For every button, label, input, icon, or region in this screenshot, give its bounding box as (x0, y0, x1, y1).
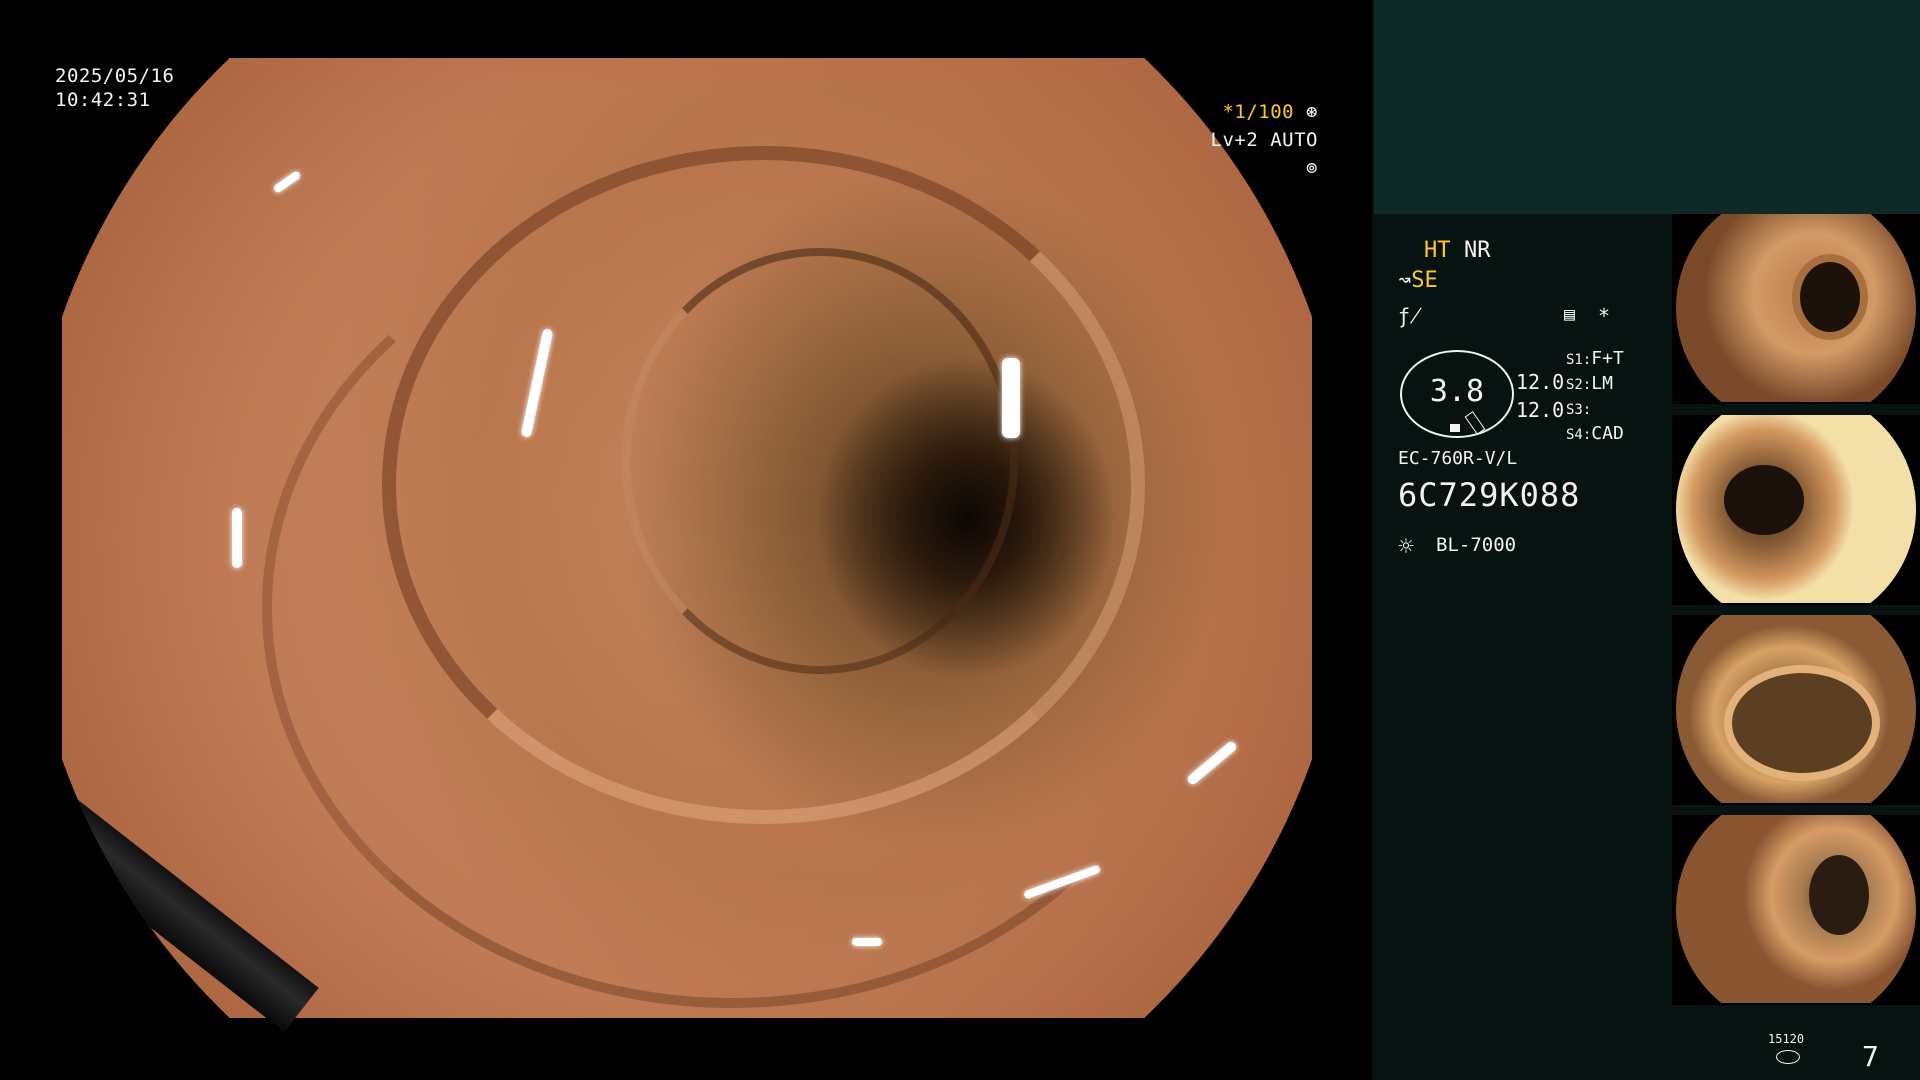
lumen (1792, 254, 1868, 340)
lumen (1724, 665, 1880, 781)
mode-nr: NR (1464, 238, 1491, 263)
endoscope-live-view (24, 58, 1312, 1033)
specular-glare (1002, 358, 1020, 438)
lumen (1809, 855, 1869, 935)
capture-label: 15120 (1768, 1032, 1805, 1046)
status-panel-header (1374, 0, 1920, 214)
star-indicator: * (1598, 304, 1611, 328)
storage-icon (1776, 1050, 1800, 1064)
switch-value: CAD (1591, 423, 1624, 444)
shutter-text: *1/100 (1222, 101, 1295, 123)
scope-model: EC-760R-V/L (1398, 448, 1518, 469)
instrument-shaft (24, 753, 319, 1033)
aperture-icon: ⊛ (1306, 101, 1318, 123)
thumbnail-image (1676, 214, 1916, 402)
gauge-value-2: 12.0 (1516, 398, 1565, 422)
thumbnail-image (1676, 415, 1916, 603)
mucosal-fold-inner (622, 248, 1018, 674)
switch-assignment: S2:LM (1566, 373, 1613, 394)
switch-key: S2: (1566, 377, 1592, 393)
sun-icon: ☼ (1398, 532, 1414, 562)
switch-assignment: S1:F+T (1566, 348, 1624, 369)
enhancement-gauge: 3.8 (1400, 350, 1514, 438)
datetime-stamp: 2025/05/16 10:42:31 (55, 64, 174, 112)
captured-thumbnail[interactable] (1672, 415, 1920, 605)
thumbnail-image (1676, 815, 1916, 1003)
scope-serial: 6C729K088 (1398, 476, 1581, 514)
capture-count: 7 (1862, 1040, 1879, 1073)
gauge-marker (1450, 424, 1460, 432)
switch-value: F+T (1591, 348, 1624, 369)
specular-glare (232, 508, 242, 568)
lumen (1724, 465, 1804, 535)
specular-glare (1185, 739, 1239, 787)
switch-key: S3: (1566, 402, 1592, 418)
thumbnail-image (1676, 615, 1916, 803)
switch-assignment: S3: (1566, 398, 1591, 419)
gauge-value: 3.8 (1429, 374, 1485, 409)
auto-iris-icon: ⊚ (1306, 157, 1318, 179)
captured-thumbnail[interactable] (1672, 815, 1920, 1005)
mode-se: ↝SE (1398, 268, 1438, 293)
switch-key: S4: (1566, 427, 1592, 443)
f-slash-icon: ƒ̸ (1398, 304, 1423, 328)
time-text: 10:42:31 (55, 89, 151, 111)
specular-glare (852, 938, 882, 946)
switch-value: LM (1591, 373, 1613, 394)
switch-key: S1: (1566, 352, 1592, 368)
captured-thumbnail[interactable] (1672, 615, 1920, 805)
date-text: 2025/05/16 (55, 65, 175, 87)
gauge-value-1: 12.0 (1516, 370, 1565, 394)
specular-glare (272, 170, 302, 194)
scope-tip-icon: ↝ (1398, 268, 1412, 293)
tone-curve-icon: ▤ (1564, 304, 1575, 325)
light-source-model: BL-7000 (1436, 534, 1517, 556)
pencil-icon (1464, 411, 1486, 435)
mode-ht: HT (1424, 238, 1451, 263)
switch-assignment: S4:CAD (1566, 423, 1624, 444)
mode-se-label: SE (1411, 268, 1438, 293)
captured-thumbnail[interactable] (1672, 214, 1920, 404)
camera-settings: *1/100 ⊛ Lv+2 AUTO ⊚ (1188, 98, 1318, 182)
level-text: Lv+2 AUTO (1210, 129, 1318, 151)
